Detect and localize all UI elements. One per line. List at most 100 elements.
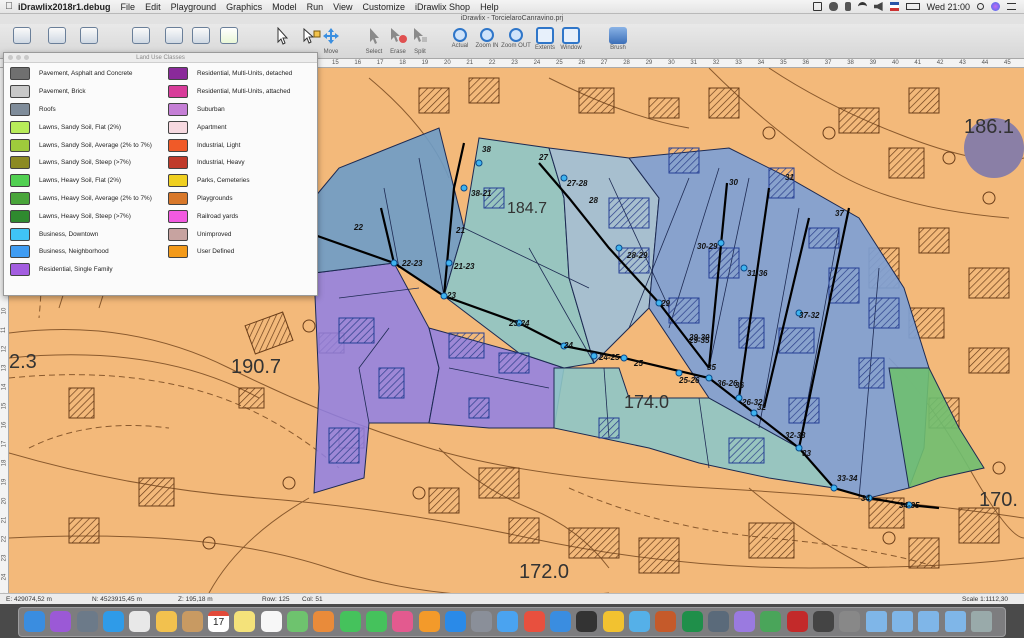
legend-swatch[interactable] <box>168 138 188 152</box>
legend-swatch[interactable] <box>10 245 30 259</box>
legend-swatch[interactable] <box>168 85 188 99</box>
legend-item[interactable]: Playgrounds <box>162 190 317 208</box>
menu-view[interactable]: View <box>333 2 352 12</box>
app5-icon[interactable] <box>734 611 756 632</box>
finder-icon[interactable] <box>24 611 45 632</box>
legend-swatch[interactable] <box>168 191 188 205</box>
notes-icon[interactable] <box>234 611 256 632</box>
legend-item[interactable]: Lawns, Heavy Soil, Flat (2%) <box>4 172 159 190</box>
apple-icon[interactable]:  <box>0 1 18 12</box>
legend-swatch[interactable] <box>168 209 188 223</box>
legend-header[interactable]: Land Use Classes <box>4 53 317 63</box>
zoom-icon[interactable] <box>24 55 29 60</box>
safari-icon[interactable] <box>102 611 124 632</box>
menu-edit[interactable]: Edit <box>145 2 161 12</box>
menu-run[interactable]: Run <box>307 2 324 12</box>
battery-icon[interactable] <box>905 3 920 10</box>
legend-swatch[interactable] <box>168 156 188 170</box>
legend-swatch[interactable] <box>10 102 30 116</box>
app4-icon[interactable] <box>707 611 729 632</box>
reminders-icon[interactable] <box>260 611 282 632</box>
app3-icon[interactable] <box>655 611 677 632</box>
app2-icon[interactable] <box>628 611 650 632</box>
legend-swatch[interactable] <box>168 227 188 241</box>
wifi-icon[interactable] <box>857 2 867 11</box>
help-icon[interactable] <box>497 611 519 632</box>
chrome-icon[interactable] <box>602 611 624 632</box>
legend-item[interactable]: Parks, Cemeteries <box>162 172 317 190</box>
legend-swatch[interactable] <box>10 138 30 152</box>
menu-customize[interactable]: Customize <box>363 2 406 12</box>
legend-item[interactable]: Lawns, Sandy Soil, Steep (>7%) <box>4 154 159 172</box>
app7-icon[interactable] <box>813 611 834 632</box>
legend-swatch[interactable] <box>168 120 188 134</box>
photos2-icon[interactable] <box>313 611 335 632</box>
legend-swatch[interactable] <box>168 102 188 116</box>
legend-item[interactable]: Business, Downtown <box>4 225 159 243</box>
menu-playground[interactable]: Playground <box>171 2 217 12</box>
legend-swatch[interactable] <box>10 263 30 277</box>
excel-icon[interactable] <box>681 611 703 632</box>
brush-button[interactable]: Brush <box>601 27 635 57</box>
siri-menu-icon[interactable] <box>991 2 1000 11</box>
preferences-icon[interactable] <box>471 611 493 632</box>
siri-icon[interactable] <box>50 611 72 632</box>
photos-icon[interactable] <box>155 611 177 632</box>
legend-item[interactable]: Lawns, Sandy Soil, Average (2% to 7%) <box>4 136 159 154</box>
bluetooth-icon[interactable] <box>844 2 851 11</box>
minimize-icon[interactable] <box>16 55 21 60</box>
legend-item[interactable]: Pavement, Asphalt and Concrete <box>4 65 159 83</box>
itunes-icon[interactable] <box>392 611 414 632</box>
launchpad-icon[interactable] <box>76 611 98 632</box>
maps-icon[interactable] <box>287 611 308 632</box>
facetime-icon[interactable] <box>365 611 387 632</box>
menu-shop[interactable]: iDrawlix Shop <box>415 2 470 12</box>
legend-item[interactable]: Lawns, Sandy Soil, Flat (2%) <box>4 118 159 136</box>
legend-swatch[interactable] <box>168 245 188 259</box>
spotlight-icon[interactable] <box>977 3 984 10</box>
legend-item[interactable]: Unimproved <box>162 225 317 243</box>
books-icon[interactable] <box>418 611 440 632</box>
menu-app-name[interactable]: iDrawlix2018r1.debug <box>18 2 111 12</box>
legend-swatch[interactable] <box>10 191 30 205</box>
calendar-icon[interactable]: 17 <box>208 611 230 632</box>
menu-clock[interactable]: Wed 21:00 <box>927 2 970 12</box>
zoom-window-button[interactable]: Window <box>554 27 588 57</box>
menu-file[interactable]: File <box>121 2 136 12</box>
display-icon[interactable] <box>812 2 822 11</box>
folder-icon[interactable] <box>865 611 887 632</box>
legend-item[interactable]: Lawns, Heavy Soil, Average (2% to 7%) <box>4 190 159 208</box>
autocad-icon[interactable] <box>786 611 808 632</box>
legend-swatch[interactable] <box>10 174 30 188</box>
legend-item[interactable]: Industrial, Heavy <box>162 154 317 172</box>
legend-item[interactable]: Lawns, Heavy Soil, Steep (>7%) <box>4 207 159 225</box>
legend-swatch[interactable] <box>10 227 30 241</box>
legend-item[interactable]: Industrial, Light <box>162 136 317 154</box>
move-button[interactable]: Move <box>314 27 348 57</box>
appstore-icon[interactable] <box>444 611 466 632</box>
cloud-icon[interactable] <box>828 2 838 11</box>
legend-swatch[interactable] <box>10 209 30 223</box>
legend-item[interactable]: Business, Neighborhood <box>4 243 159 261</box>
folder3-icon[interactable] <box>918 611 940 632</box>
legend-swatch[interactable] <box>10 67 30 81</box>
app6-icon[interactable] <box>760 611 782 632</box>
volume-icon[interactable] <box>873 2 883 11</box>
terminal-icon[interactable] <box>576 611 598 632</box>
legend-swatch[interactable] <box>10 85 30 99</box>
messages-icon[interactable] <box>339 611 361 632</box>
legend-swatch[interactable] <box>168 67 188 81</box>
xcode-icon[interactable] <box>550 611 571 632</box>
folder4-icon[interactable] <box>944 611 966 632</box>
legend-item[interactable]: Apartment <box>162 118 317 136</box>
folder2-icon[interactable] <box>891 611 913 632</box>
menu-help[interactable]: Help <box>480 2 499 12</box>
legend-item[interactable]: Pavement, Brick <box>4 83 159 101</box>
split-button[interactable]: Split <box>403 27 437 57</box>
music-icon[interactable] <box>523 611 545 632</box>
notifications-icon[interactable] <box>1007 3 1016 10</box>
legend-item[interactable]: Residential, Multi-Units, attached <box>162 83 317 101</box>
contacts-icon[interactable] <box>181 611 203 632</box>
app-icon[interactable] <box>129 611 151 632</box>
legend-item[interactable]: User Defined <box>162 243 317 261</box>
